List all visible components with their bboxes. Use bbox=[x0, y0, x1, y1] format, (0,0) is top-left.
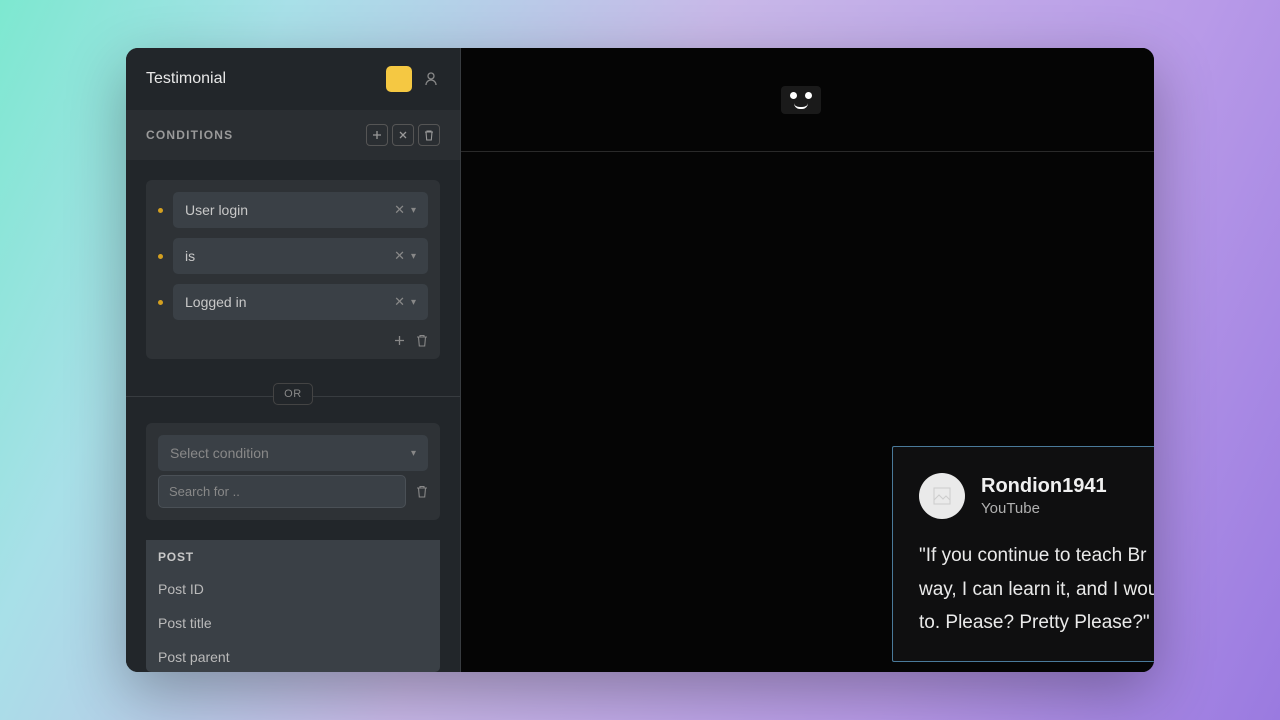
delete-group-button[interactable] bbox=[416, 485, 428, 498]
header-icons bbox=[386, 66, 440, 92]
conditions-actions bbox=[366, 124, 440, 146]
clear-icon[interactable]: ✕ bbox=[394, 202, 405, 218]
bullet-icon bbox=[158, 300, 163, 305]
color-swatch[interactable] bbox=[386, 66, 412, 92]
select-condition-placeholder: Select condition bbox=[170, 445, 269, 461]
chevron-down-icon[interactable]: ▾ bbox=[411, 297, 416, 308]
testimonial-source: YouTube bbox=[981, 500, 1107, 517]
sidebar-title: Testimonial bbox=[146, 70, 226, 88]
sidebar-header: Testimonial bbox=[126, 48, 460, 110]
testimonial-meta: Rondion1941 YouTube bbox=[981, 475, 1107, 517]
or-badge: OR bbox=[273, 383, 313, 405]
bullet-icon bbox=[158, 254, 163, 259]
avatar bbox=[919, 473, 965, 519]
sidebar: Testimonial CONDITIONS bbox=[126, 48, 461, 672]
person-icon[interactable] bbox=[422, 70, 440, 88]
bullet-icon bbox=[158, 208, 163, 213]
search-input[interactable] bbox=[158, 475, 406, 508]
testimonial-quote-line: "If you continue to teach Br bbox=[919, 539, 1128, 572]
delete-conditions-button[interactable] bbox=[418, 124, 440, 146]
app-window: Testimonial CONDITIONS bbox=[126, 48, 1154, 672]
delete-group-button[interactable] bbox=[416, 334, 428, 347]
testimonial-card[interactable]: Rondion1941 YouTube "If you continue to … bbox=[892, 446, 1154, 662]
condition-row: Logged in ✕ ▾ bbox=[158, 284, 428, 320]
brand-logo-icon bbox=[781, 86, 821, 114]
condition-group-1: User login ✕ ▾ is ✕ ▾ bbox=[146, 180, 440, 359]
brand bbox=[781, 86, 835, 114]
condition-row: User login ✕ ▾ bbox=[158, 192, 428, 228]
main-area: Rondion1941 YouTube "If you continue to … bbox=[461, 48, 1154, 672]
clear-condition-button[interactable] bbox=[392, 124, 414, 146]
condition-value-value: Logged in bbox=[185, 294, 247, 310]
condition-group-2: Select condition ▾ bbox=[146, 423, 440, 520]
search-row bbox=[158, 475, 428, 508]
add-row-button[interactable] bbox=[393, 334, 406, 347]
chevron-down-icon[interactable]: ▾ bbox=[411, 205, 416, 216]
testimonial-quote-line: way, I can learn it, and I wou bbox=[919, 573, 1128, 606]
conditions-header: CONDITIONS bbox=[126, 110, 460, 160]
condition-field-value: User login bbox=[185, 202, 248, 218]
chevron-down-icon: ▾ bbox=[411, 448, 416, 459]
condition-field-select[interactable]: User login ✕ ▾ bbox=[173, 192, 428, 228]
condition-operator-select[interactable]: is ✕ ▾ bbox=[173, 238, 428, 274]
select-condition-dropdown[interactable]: Select condition ▾ bbox=[158, 435, 428, 471]
or-separator: OR bbox=[126, 379, 460, 413]
dropdown-item[interactable]: Post title bbox=[146, 606, 440, 640]
dropdown-item[interactable]: Post parent bbox=[146, 640, 440, 672]
chevron-down-icon[interactable]: ▾ bbox=[411, 251, 416, 262]
testimonial-quote-line: to. Please? Pretty Please?" bbox=[919, 606, 1128, 639]
clear-icon[interactable]: ✕ bbox=[394, 294, 405, 310]
condition-dropdown: POST Post ID Post title Post parent Post… bbox=[146, 540, 440, 672]
testimonial-head: Rondion1941 YouTube bbox=[919, 473, 1128, 519]
condition-value-select[interactable]: Logged in ✕ ▾ bbox=[173, 284, 428, 320]
clear-icon[interactable]: ✕ bbox=[394, 248, 405, 264]
condition-operator-value: is bbox=[185, 248, 195, 264]
conditions-label: CONDITIONS bbox=[146, 128, 233, 142]
add-condition-button[interactable] bbox=[366, 124, 388, 146]
group-footer bbox=[158, 330, 428, 347]
top-bar bbox=[461, 48, 1154, 152]
testimonial-name: Rondion1941 bbox=[981, 475, 1107, 498]
dropdown-item[interactable]: Post ID bbox=[146, 572, 440, 606]
condition-row: is ✕ ▾ bbox=[158, 238, 428, 274]
dropdown-category: POST bbox=[146, 540, 440, 572]
